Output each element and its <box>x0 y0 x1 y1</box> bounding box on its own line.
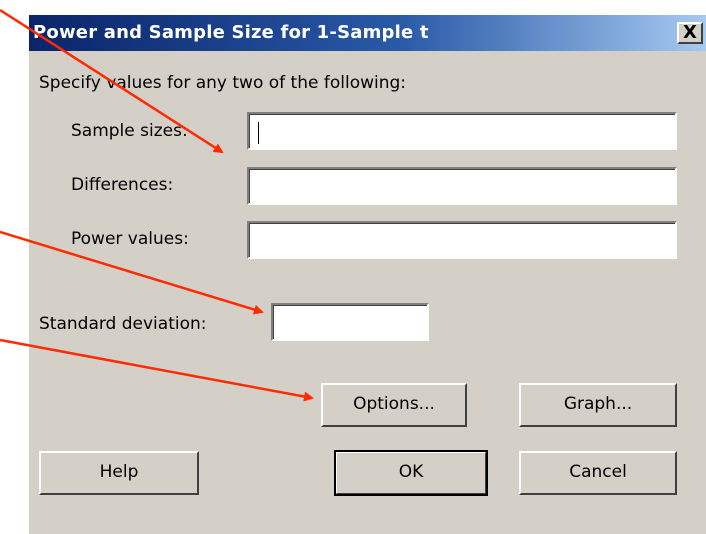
power-sample-size-dialog: Power and Sample Size for 1-Sample t X S… <box>28 14 706 534</box>
cancel-button[interactable]: Cancel <box>519 451 677 495</box>
std-dev-label: Standard deviation: <box>39 314 207 334</box>
cancel-button-label: Cancel <box>569 462 627 482</box>
options-button-label: Options... <box>353 394 435 414</box>
instruction-text: Specify values for any two of the follow… <box>39 73 407 93</box>
std-dev-input[interactable] <box>273 305 427 339</box>
differences-input[interactable] <box>249 169 675 203</box>
std-dev-field[interactable] <box>271 303 429 341</box>
graph-button-label: Graph... <box>563 394 633 414</box>
sample-sizes-field[interactable] <box>247 112 677 150</box>
close-button[interactable]: X <box>677 22 703 44</box>
power-values-field[interactable] <box>247 221 677 259</box>
text-caret <box>258 122 259 144</box>
ok-button[interactable]: OK <box>334 450 488 496</box>
ok-button-label: OK <box>398 462 424 482</box>
power-values-input[interactable] <box>249 223 675 257</box>
sample-sizes-label: Sample sizes: <box>71 121 188 141</box>
differences-label: Differences: <box>71 175 174 195</box>
dialog-title: Power and Sample Size for 1-Sample t <box>33 22 429 43</box>
help-button-label: Help <box>99 462 139 482</box>
options-button[interactable]: Options... <box>321 383 467 427</box>
title-bar[interactable]: Power and Sample Size for 1-Sample t X <box>29 15 706 51</box>
graph-button[interactable]: Graph... <box>519 383 677 427</box>
power-values-label: Power values: <box>71 229 189 249</box>
help-button[interactable]: Help <box>39 451 199 495</box>
sample-sizes-input[interactable] <box>249 114 675 148</box>
differences-field[interactable] <box>247 167 677 205</box>
